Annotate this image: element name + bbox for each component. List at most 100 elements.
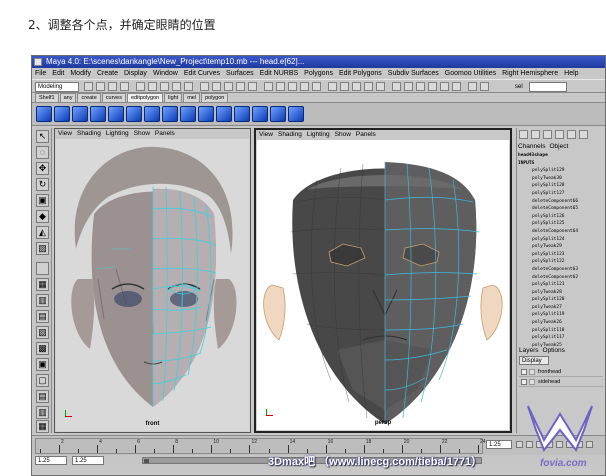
shelf-tab-polygon[interactable]: polygon — [201, 93, 229, 102]
input-node[interactable]: polySplit125 — [518, 220, 604, 228]
input-node[interactable]: polySplit126 — [518, 213, 604, 221]
menu-display[interactable]: Display — [124, 68, 147, 79]
toolbox-tool-icon[interactable]: ▥ — [36, 294, 49, 307]
input-node[interactable]: polyTweak26 — [518, 319, 604, 327]
polygon-tool-icon[interactable] — [252, 106, 268, 122]
persp-viewport[interactable]: View Shading Lighting Show Panels persp — [254, 128, 512, 433]
input-node[interactable]: polySplit127 — [518, 190, 604, 198]
channel-box-toggle-icon[interactable] — [567, 130, 576, 139]
status-tool-icon[interactable] — [404, 82, 413, 91]
input-node[interactable]: polySplit119 — [518, 311, 604, 319]
menu-help[interactable]: Help — [564, 68, 578, 79]
shelf-tab-curves[interactable]: curves — [101, 93, 126, 102]
toolbox-tool-icon[interactable]: ▢ — [36, 374, 49, 387]
toolbox-tool-icon[interactable]: ◌ — [36, 146, 49, 159]
mode-dropdown[interactable]: Modeling — [35, 82, 79, 92]
persp-menu-view[interactable]: View — [259, 130, 273, 140]
input-node[interactable]: deleteComponent65 — [518, 205, 604, 213]
shelf-tab-mel[interactable]: mel — [183, 93, 201, 102]
polygon-tool-icon[interactable] — [126, 106, 142, 122]
object-name[interactable]: head43shape — [518, 152, 604, 160]
status-tool-icon[interactable] — [452, 82, 461, 91]
persp-menu-shading[interactable]: Shading — [278, 130, 302, 140]
status-tool-icon[interactable] — [352, 82, 361, 91]
front-viewport[interactable]: View Shading Lighting Show Panels front — [54, 128, 251, 433]
status-tool-icon[interactable] — [108, 82, 117, 91]
toolbox-tool-icon[interactable]: ↻ — [36, 178, 49, 191]
range-inner-start-field[interactable]: 1.25 — [72, 456, 104, 465]
front-canvas[interactable]: front — [56, 139, 249, 431]
input-node[interactable]: polyTweak30 — [518, 175, 604, 183]
input-node[interactable]: polySplit122 — [518, 258, 604, 266]
menu-file[interactable]: File — [35, 68, 46, 79]
status-tool-icon[interactable] — [96, 82, 105, 91]
polygon-tool-icon[interactable] — [54, 106, 70, 122]
shelf-tab-shelf1[interactable]: Shelf1 — [35, 93, 59, 102]
time-slider[interactable]: 2 4 6 8 10 12 14 16 18 20 22 24 1.25 — [32, 435, 605, 455]
time-ticks[interactable]: 2 4 6 8 10 12 14 16 18 20 22 24 — [35, 438, 486, 454]
menu-polygons[interactable]: Polygons — [304, 68, 333, 79]
input-node[interactable]: polySplit118 — [518, 327, 604, 335]
persp-canvas[interactable]: persp — [257, 140, 509, 430]
shelf-tab-editpolygon[interactable]: editpolygon — [126, 93, 164, 102]
toolbox-tool-icon[interactable]: ▩ — [36, 342, 49, 355]
channel-box-toggle-icon[interactable] — [519, 130, 528, 139]
status-tool-icon[interactable] — [416, 82, 425, 91]
channel-menu-object[interactable]: Object — [549, 143, 568, 150]
status-tool-icon[interactable] — [364, 82, 373, 91]
playback-control-icon[interactable] — [516, 441, 523, 448]
polygon-tool-icon[interactable] — [72, 106, 88, 122]
toolbox-tool-icon[interactable]: ▨ — [36, 242, 49, 255]
status-tool-icon[interactable] — [264, 82, 273, 91]
input-node[interactable]: deleteComponent62 — [518, 274, 604, 282]
status-tool-icon[interactable] — [468, 82, 477, 91]
toolbox-tool-icon[interactable]: ▤ — [36, 310, 49, 323]
toolbox-tool-icon[interactable] — [36, 262, 49, 275]
status-tool-icon[interactable] — [136, 82, 145, 91]
status-tool-icon[interactable] — [440, 82, 449, 91]
status-tool-icon[interactable] — [224, 82, 233, 91]
menu-edit[interactable]: Edit — [52, 68, 64, 79]
front-menu-view[interactable]: View — [58, 129, 72, 139]
status-tool-icon[interactable] — [200, 82, 209, 91]
persp-menu-show[interactable]: Show — [335, 130, 351, 140]
status-tool-icon[interactable] — [392, 82, 401, 91]
toolbox-tool-icon[interactable]: ▥ — [36, 406, 49, 419]
menu-surfaces[interactable]: Surfaces — [226, 68, 254, 79]
input-node[interactable]: polySplit124 — [518, 236, 604, 244]
input-node[interactable]: polyTweak28 — [518, 289, 604, 297]
polygon-tool-icon[interactable] — [90, 106, 106, 122]
menu-window[interactable]: Window — [153, 68, 178, 79]
status-tool-icon[interactable] — [236, 82, 245, 91]
layer-display-dropdown[interactable]: Display — [519, 356, 549, 365]
menu-goomoo-utilities[interactable]: Goomoo Utilities — [445, 68, 496, 79]
range-start-field[interactable]: 1.25 — [35, 456, 67, 465]
layer-visibility-checkbox[interactable] — [521, 368, 527, 375]
shelf-tab-light[interactable]: light — [164, 93, 183, 102]
title-bar[interactable]: Maya 4.0: E:\scenes\dankangle\New_Projec… — [32, 56, 605, 68]
layers-menu-layers[interactable]: Layers — [519, 347, 539, 354]
status-tool-icon[interactable] — [480, 82, 489, 91]
toolbox-tool-icon[interactable]: ✥ — [36, 162, 49, 175]
status-tool-icon[interactable] — [288, 82, 297, 91]
selection-field[interactable] — [529, 82, 567, 92]
polygon-tool-icon[interactable] — [36, 106, 52, 122]
toolbox-tool-icon[interactable]: ▦ — [36, 420, 49, 433]
polygon-tool-icon[interactable] — [270, 106, 286, 122]
shelf-tab-create[interactable]: create — [77, 93, 101, 102]
channel-box-toggle-icon[interactable] — [531, 130, 540, 139]
toolbox-tool-icon[interactable]: ▣ — [36, 194, 49, 207]
shelf-tab-any[interactable]: any — [59, 93, 77, 102]
status-tool-icon[interactable] — [184, 82, 193, 91]
status-tool-icon[interactable] — [120, 82, 129, 91]
input-node[interactable]: polyTweak27 — [518, 304, 604, 312]
persp-menu-panels[interactable]: Panels — [356, 130, 376, 140]
input-node[interactable]: polySplit128 — [518, 182, 604, 190]
polygon-tool-icon[interactable] — [162, 106, 178, 122]
status-tool-icon[interactable] — [312, 82, 321, 91]
toolbox-tool-icon[interactable]: ▦ — [36, 278, 49, 291]
status-tool-icon[interactable] — [172, 82, 181, 91]
menu-subdiv-surfaces[interactable]: Subdiv Surfaces — [388, 68, 439, 79]
current-time-field[interactable]: 1.25 — [486, 440, 512, 449]
layer-color-swatch[interactable] — [529, 378, 535, 385]
